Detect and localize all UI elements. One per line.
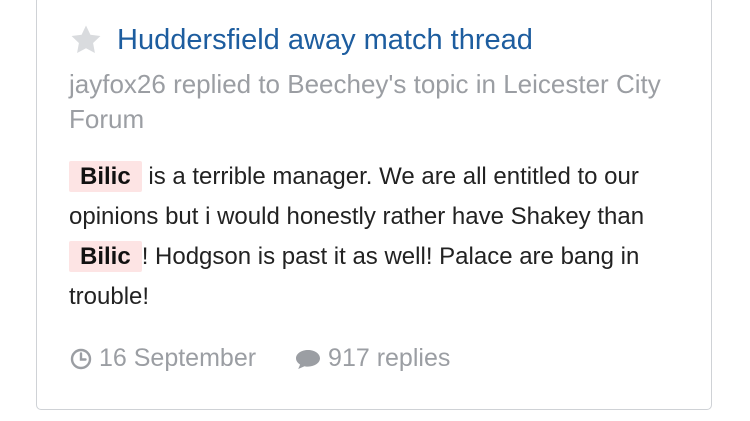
- clock-icon: [70, 348, 92, 369]
- highlighted-term: Bilic: [69, 241, 142, 272]
- comment-icon: [296, 349, 321, 369]
- post-footer: 16 September 917 replies: [69, 344, 450, 373]
- activity-card: Huddersfield away match thread jayfox26 …: [36, 0, 712, 410]
- topic-title-link[interactable]: Huddersfield away match thread: [117, 23, 533, 57]
- title-row: Huddersfield away match thread: [69, 23, 533, 57]
- date-stat: 16 September: [69, 344, 256, 373]
- replies-stat: 917 replies: [294, 344, 450, 373]
- replies-text: 917 replies: [328, 344, 451, 372]
- date-text: 16 September: [99, 344, 257, 372]
- post-text-segment: ! Hodgson is past it as well! Palace are…: [69, 243, 640, 310]
- highlighted-term: Bilic: [69, 161, 142, 192]
- star-icon[interactable]: [69, 23, 103, 57]
- topic-meta: jayfox26 replied to Beechey's topic in L…: [69, 69, 661, 134]
- post-snippet: Bilic is a terrible manager. We are all …: [69, 157, 699, 317]
- post-text-segment: is a terrible manager. We are all entitl…: [69, 163, 645, 230]
